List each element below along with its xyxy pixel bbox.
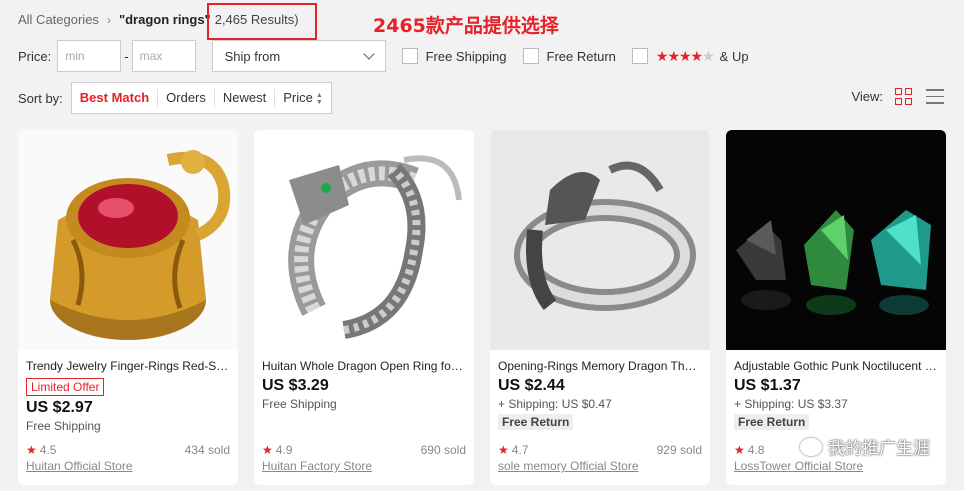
chevron-right-icon: › [106, 12, 111, 27]
sort-label: Sort by: [18, 90, 63, 106]
product-card[interactable]: Huitan Whole Dragon Open Ring for Men US… [254, 130, 474, 485]
checkbox-icon [522, 48, 539, 64]
checkbox-icon [631, 48, 648, 64]
star-icon: ★ [734, 443, 745, 457]
sort-arrows-icon: ▲ ▼ [315, 91, 323, 106]
product-title[interactable]: Trendy Jewelry Finger-Rings Red-Stone [26, 358, 230, 374]
product-shipping: Free Shipping [262, 397, 337, 411]
price-min-input[interactable]: min [57, 40, 122, 72]
product-sold: 690 sold [420, 443, 466, 457]
product-title[interactable]: Huitan Whole Dragon Open Ring for Men [262, 358, 466, 374]
product-rating: 4.5 [39, 443, 57, 457]
free-return-label: Free Return [546, 48, 616, 64]
store-link[interactable]: Huitan Factory Store [262, 459, 372, 473]
store-link[interactable]: sole memory Official Store [498, 459, 639, 473]
free-return-chip: Free Return [734, 414, 810, 430]
product-sold: 434 sold [184, 443, 230, 457]
store-link[interactable]: LossTower Official Store [734, 459, 863, 473]
price-label: Price: [18, 48, 52, 64]
free-return-checkbox[interactable]: Free Return [522, 48, 616, 64]
chevron-down-icon [362, 48, 375, 60]
product-card[interactable]: Trendy Jewelry Finger-Rings Red-Stone Li… [18, 130, 238, 485]
product-title[interactable]: Adjustable Gothic Punk Noctilucent Drago… [734, 358, 938, 374]
product-card[interactable]: Adjustable Gothic Punk Noctilucent Drago… [726, 130, 946, 485]
product-meta: ★ 4.7 929 sold [498, 443, 702, 457]
grid-view-icon[interactable] [895, 88, 912, 105]
sort-row: Sort by: Best Match Orders Newest Price ▲… [18, 82, 332, 114]
product-title[interactable]: Opening-Rings Memory Dragon Thumb Ring [498, 358, 702, 374]
star-icon: ★ [262, 443, 273, 457]
product-rating: 4.7 [511, 443, 529, 457]
sort-newest[interactable]: Newest [213, 89, 274, 107]
product-shipping: Free Shipping [26, 419, 101, 433]
product-shipping: + Shipping: US $0.47 [498, 397, 612, 411]
four-stars-icon: ★★★★★ [655, 47, 715, 64]
search-query: "dragon rings" [118, 12, 211, 27]
product-meta: ★ 4.9 690 sold [262, 443, 466, 457]
rating-filter-checkbox[interactable]: ★★★★★ & Up [631, 47, 749, 65]
ship-from-select[interactable]: Ship from [211, 40, 386, 72]
product-image-silver-dragon-ring[interactable] [254, 130, 474, 350]
product-shipping: + Shipping: US $3.37 [734, 397, 848, 411]
sort-best-match[interactable]: Best Match [72, 89, 157, 107]
sort-orders[interactable]: Orders [157, 89, 214, 107]
product-card[interactable]: Opening-Rings Memory Dragon Thumb Ring U… [490, 130, 710, 485]
product-sold: 929 sold [656, 443, 702, 457]
product-meta: ★ 4.5 434 sold [26, 443, 230, 457]
product-image-glowing-dragon-rings[interactable] [726, 130, 946, 350]
product-price: US $3.29 [262, 377, 329, 394]
view-toggle: View: [851, 88, 944, 105]
price-max-input[interactable]: max [131, 40, 196, 72]
free-shipping-checkbox[interactable]: Free Shipping [401, 48, 507, 64]
star-icon: ★ [26, 443, 37, 457]
and-up-label: & Up [719, 48, 749, 64]
breadcrumb-root[interactable]: All Categories [18, 12, 99, 27]
checkbox-icon [401, 48, 418, 64]
product-rating: 4.9 [275, 443, 293, 457]
sort-price-option[interactable]: Price ▲ ▼ [274, 89, 331, 107]
price-dash: - [124, 48, 129, 64]
watermark-text: 我的推广生涯 [828, 439, 930, 459]
sort-options: Best Match Orders Newest Price ▲ ▼ [70, 82, 332, 114]
wechat-icon [800, 437, 822, 456]
product-image-gold-dragon-ring[interactable] [18, 130, 238, 350]
filter-row: Price: min - max Ship from Free Shipping… [18, 40, 749, 72]
store-link[interactable]: Huitan Official Store [26, 459, 133, 473]
view-label: View: [851, 89, 883, 104]
product-image-open-dragon-ring[interactable] [490, 130, 710, 350]
ship-from-label: Ship from [224, 48, 281, 64]
list-view-icon[interactable] [926, 89, 944, 104]
annotation-highlight-box [207, 3, 317, 40]
product-rating: 4.8 [747, 443, 765, 457]
free-return-chip: Free Return [498, 414, 574, 430]
product-price: US $2.44 [498, 377, 565, 394]
product-grid: Trendy Jewelry Finger-Rings Red-Stone Li… [18, 130, 946, 485]
star-icon: ★ [498, 443, 509, 457]
sort-price: Price [283, 90, 313, 105]
product-price: US $2.97 [26, 399, 93, 416]
free-shipping-label: Free Shipping [425, 48, 507, 64]
product-price: US $1.37 [734, 377, 801, 394]
watermark: 我的推广生涯 [800, 434, 930, 459]
annotation-text: 2465款产品提供选择 [373, 15, 559, 37]
limited-offer-badge: Limited Offer [26, 378, 105, 396]
